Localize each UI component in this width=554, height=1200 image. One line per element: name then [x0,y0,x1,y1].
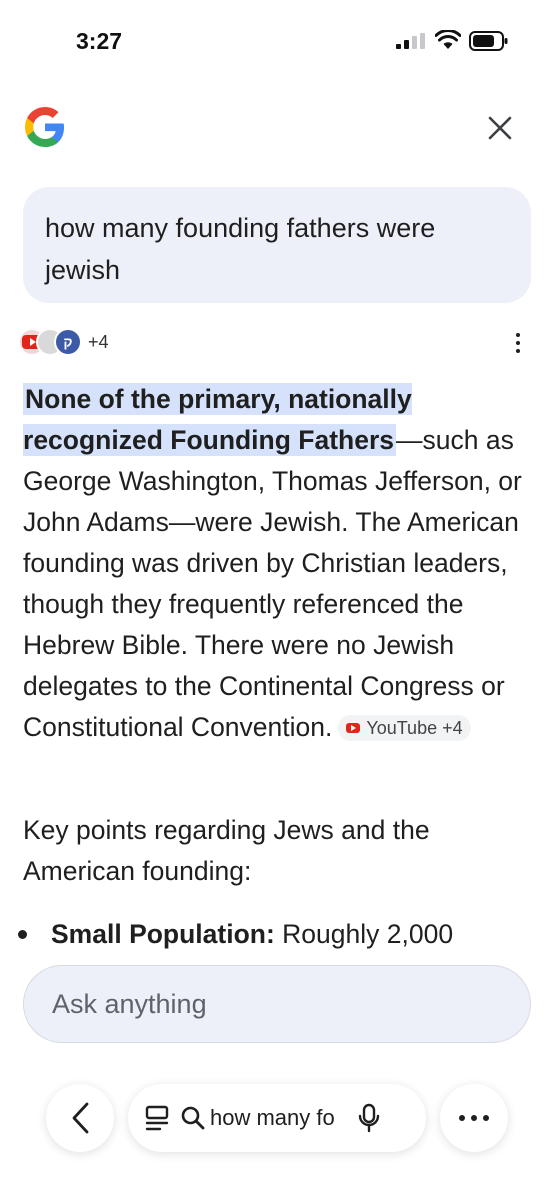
overflow-menu-button[interactable] [440,1084,508,1152]
google-g-icon [25,107,64,147]
status-bar: 3:27 [0,0,554,84]
ai-answer: None of the primary, nationally recogniz… [23,379,533,748]
sources-button[interactable]: ק +4 [18,326,109,358]
list-item: Small Population: Roughly 2,000 [14,914,544,954]
close-button[interactable] [480,108,520,148]
back-button[interactable] [46,1084,114,1152]
status-time: 3:27 [76,28,123,54]
mic-icon[interactable] [356,1102,382,1134]
more-options-button[interactable] [506,330,530,356]
youtube-icon [346,723,361,733]
signal-icon [396,33,425,49]
search-pill-text: how many fo [210,1105,335,1130]
reader-icon [145,1105,169,1131]
search-icon [181,1106,205,1130]
answer-body: —such as George Washington, Thomas Jeffe… [23,425,522,742]
citation-chip[interactable]: YouTube +4 [338,715,471,741]
query-bubble: how many founding fathers were jewish [23,187,531,303]
list-item-text: Roughly 2,000 [274,919,454,949]
ask-input[interactable]: Ask anything [23,965,531,1043]
more-horiz-icon [459,1115,465,1121]
chevron-left-icon [72,1102,89,1134]
answer-highlight: None of the primary, nationally recogniz… [23,383,412,456]
citation-label: YouTube +4 [366,717,463,738]
close-icon [488,116,512,140]
list-item-title: Small Population: [51,919,275,949]
battery-icon [469,31,508,51]
search-pill[interactable]: how many fo [128,1084,426,1152]
wifi-icon [435,30,461,49]
more-vert-icon [516,333,520,337]
key-points-intro: Key points regarding Jews and the Americ… [23,815,430,886]
site-favicon-icon: ק [54,328,82,356]
sources-count: +4 [88,331,109,352]
bullet-icon [18,930,27,939]
